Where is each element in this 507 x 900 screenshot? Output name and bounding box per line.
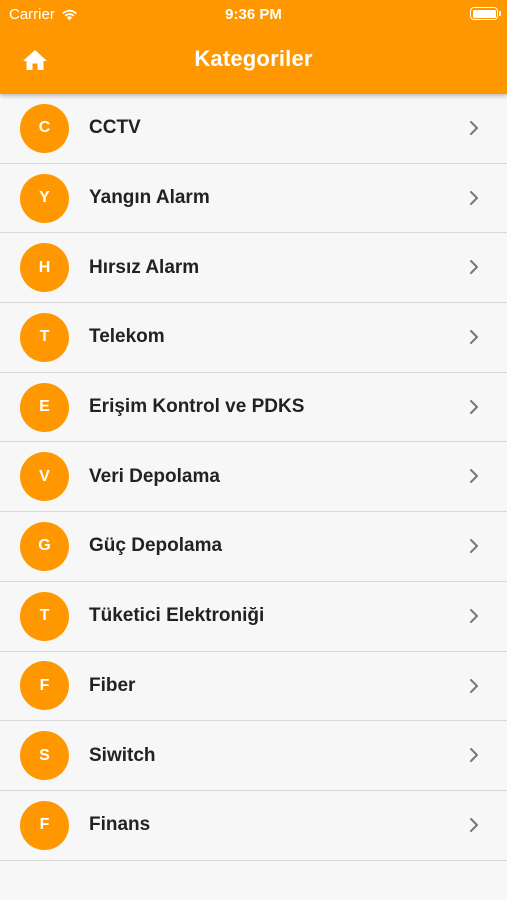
- list-item[interactable]: Y Yangın Alarm: [0, 163, 507, 234]
- list-item[interactable]: F Finans: [0, 790, 507, 861]
- category-avatar: T: [20, 591, 69, 641]
- page-title: Kategoriler: [194, 46, 313, 71]
- category-label: Siwitch: [89, 744, 156, 766]
- category-label: Hırsız Alarm: [89, 256, 200, 278]
- category-label: Erişim Kontrol ve PDKS: [89, 396, 305, 418]
- chevron-right-icon: [470, 608, 478, 623]
- chevron-right-icon: [470, 121, 478, 135]
- category-avatar: S: [20, 731, 69, 781]
- chevron-right-icon: [470, 817, 478, 832]
- chevron-right-icon: [470, 260, 478, 275]
- category-avatar: T: [20, 312, 69, 362]
- category-label: Telekom: [89, 326, 165, 348]
- category-avatar: Y: [20, 173, 69, 223]
- category-label: Veri Depolama: [89, 465, 220, 487]
- chevron-right-icon: [470, 190, 478, 205]
- category-avatar: V: [20, 452, 69, 502]
- category-label: Fiber: [89, 674, 136, 696]
- category-label: Tüketici Elektroniği: [89, 605, 265, 627]
- category-label: CCTV: [89, 117, 141, 139]
- category-label: Finans: [89, 814, 151, 836]
- chevron-right-icon: [470, 330, 478, 345]
- app-bar: Carrier 9:36 PM Kategoriler: [0, 0, 507, 94]
- category-avatar: F: [20, 800, 69, 850]
- list-item[interactable]: F Fiber: [0, 651, 507, 722]
- category-label: Yangın Alarm: [89, 187, 210, 209]
- status-time: 9:36 PM: [225, 6, 282, 23]
- list-item[interactable]: V Veri Depolama: [0, 442, 507, 513]
- chevron-right-icon: [470, 539, 478, 554]
- category-avatar: C: [20, 103, 69, 153]
- category-avatar: E: [20, 382, 69, 432]
- list-item[interactable]: H Hırsız Alarm: [0, 233, 507, 304]
- list-item[interactable]: E Erişim Kontrol ve PDKS: [0, 372, 507, 443]
- battery-icon: [470, 7, 501, 20]
- chevron-right-icon: [470, 748, 478, 763]
- list-item[interactable]: S Siwitch: [0, 721, 507, 791]
- list-item[interactable]: C CCTV: [0, 94, 507, 164]
- category-avatar: H: [20, 243, 69, 293]
- list-item[interactable]: T Telekom: [0, 303, 507, 373]
- category-avatar: F: [20, 661, 69, 711]
- chevron-right-icon: [470, 399, 478, 414]
- list-item[interactable]: G Güç Depolama: [0, 512, 507, 582]
- list-item[interactable]: T Tüketici Elektroniği: [0, 581, 507, 652]
- chevron-right-icon: [470, 469, 478, 484]
- category-label: Güç Depolama: [89, 535, 223, 557]
- category-avatar: G: [20, 521, 69, 571]
- status-bar: Carrier 9:36 PM: [0, 0, 507, 28]
- chevron-right-icon: [470, 678, 478, 693]
- category-list: C CCTV Y Yangın Alarm H Hırsız Alarm T Telekom E…: [0, 94, 507, 861]
